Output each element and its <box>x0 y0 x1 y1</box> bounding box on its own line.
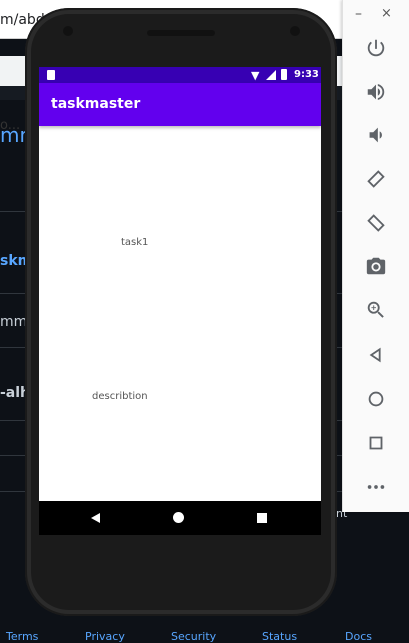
android-navigation-bar <box>39 501 321 535</box>
earpiece-speaker <box>147 30 215 36</box>
status-time: 9:33 <box>294 69 319 80</box>
nav-home-icon[interactable] <box>173 512 184 523</box>
rotate-left-icon <box>367 170 385 188</box>
sim-card-icon <box>47 70 55 80</box>
footer-link-terms[interactable]: Terms <box>6 630 38 643</box>
github-footer: Terms Privacy Security Status Docs <box>0 630 409 643</box>
wifi-icon: ▼ <box>251 69 260 82</box>
zoom-button[interactable] <box>361 295 391 325</box>
emulator-side-toolbar: – × <box>342 0 409 512</box>
volume-down-button[interactable] <box>361 120 391 150</box>
task-description-text: describtion <box>92 391 148 402</box>
rotate-right-button[interactable] <box>361 208 391 238</box>
back-icon <box>369 347 381 363</box>
nav-back-icon[interactable] <box>91 513 100 523</box>
zoom-icon <box>367 301 384 318</box>
back-button[interactable] <box>361 340 391 370</box>
close-button[interactable]: × <box>381 6 392 21</box>
app-title: taskmaster <box>51 96 141 112</box>
power-button[interactable] <box>361 33 391 63</box>
power-icon <box>367 39 385 57</box>
sensor-icon <box>290 26 300 36</box>
home-icon <box>368 391 384 407</box>
volume-up-button[interactable] <box>361 77 391 107</box>
front-camera-icon <box>63 26 73 36</box>
footer-link-docs[interactable]: Docs <box>345 630 372 643</box>
android-status-bar: ▼ 9:33 <box>39 67 321 83</box>
cell-signal-icon <box>266 70 276 80</box>
footer-link-privacy[interactable]: Privacy <box>85 630 125 643</box>
battery-icon <box>281 69 287 80</box>
minimize-button[interactable]: – <box>355 6 362 22</box>
volume-up-icon <box>367 83 385 101</box>
task-detail-content: task1 describtion <box>39 126 321 501</box>
footer-link-status[interactable]: Status <box>262 630 297 643</box>
more-icon <box>367 485 385 489</box>
more-button[interactable] <box>361 472 391 502</box>
volume-down-icon <box>369 127 382 143</box>
overview-button[interactable] <box>361 428 391 458</box>
camera-icon <box>366 257 386 275</box>
nav-recents-icon[interactable] <box>257 513 267 523</box>
rotate-left-button[interactable] <box>361 164 391 194</box>
phone-screen[interactable]: ▼ 9:33 taskmaster task1 describtion <box>39 67 321 535</box>
home-button[interactable] <box>361 384 391 414</box>
task-title-text: task1 <box>121 237 149 248</box>
toolbar-window-controls: – × <box>343 0 409 28</box>
screenshot-button[interactable] <box>361 251 391 281</box>
rotate-right-icon <box>367 214 385 232</box>
app-toolbar: taskmaster <box>39 83 321 126</box>
overview-icon <box>369 436 383 450</box>
footer-link-security[interactable]: Security <box>171 630 216 643</box>
